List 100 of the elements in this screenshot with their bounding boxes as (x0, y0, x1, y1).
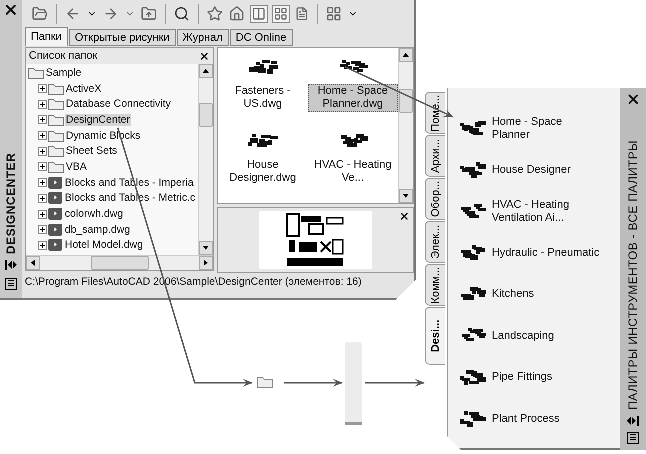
expand-toggle-icon[interactable] (38, 194, 47, 203)
tree-item[interactable]: DesignCenter (65, 114, 132, 126)
vertical-scrollbar[interactable] (398, 48, 413, 203)
scroll-left-icon[interactable] (29, 259, 37, 267)
vertical-scrollbar[interactable] (198, 64, 213, 255)
drawing-file-icon (48, 176, 63, 190)
expand-toggle-icon[interactable] (38, 84, 47, 94)
connector-arrow (365, 379, 425, 387)
tree-item[interactable]: VBA (65, 160, 88, 173)
tree-item[interactable]: Hotel Model.dwg (64, 239, 144, 252)
close-icon[interactable] (399, 211, 410, 222)
star-icon (207, 6, 223, 22)
description-button[interactable] (294, 6, 310, 22)
tool-item[interactable]: Landscaping (492, 330, 554, 343)
columns-icon (252, 6, 266, 20)
tree-item[interactable]: ActiveX (65, 82, 103, 95)
search-button[interactable] (173, 4, 191, 22)
drawing-thumbnail (248, 134, 278, 148)
tree-item[interactable]: Sheet Sets (65, 145, 118, 158)
scroll-thumb[interactable] (199, 102, 213, 126)
drawing-file-item[interactable]: HVAC - Heating Ve... (308, 158, 398, 186)
tree-item[interactable]: db_samp.dwg (64, 224, 132, 236)
home-button[interactable] (228, 4, 246, 22)
arrow-right-icon (103, 6, 119, 22)
tool-item[interactable]: House Designer (492, 164, 571, 177)
expand-toggle-icon[interactable] (38, 162, 47, 172)
palette-tab[interactable]: Элек... (425, 221, 445, 263)
palette-tab[interactable]: Комм... (425, 264, 445, 306)
tree-item[interactable]: Sample (45, 66, 83, 79)
favorites-button[interactable] (206, 4, 224, 22)
expand-toggle-icon[interactable] (38, 131, 47, 140)
grid-icon (274, 6, 288, 20)
drawing-thumbnail (338, 60, 368, 74)
expand-toggle-icon[interactable] (38, 146, 47, 156)
folder-icon (48, 98, 64, 110)
expand-toggle-icon[interactable] (38, 210, 47, 219)
expand-toggle-icon[interactable] (38, 240, 47, 250)
arrow-left-icon (65, 6, 81, 22)
plan-preview-drawing (284, 212, 346, 268)
drawing-file-item[interactable]: Fasteners - US.dwg (218, 84, 308, 112)
tab[interactable]: DC Online (230, 29, 293, 46)
tab[interactable]: Открытые рисунки (68, 29, 176, 46)
horizontal-scrollbar[interactable] (26, 255, 213, 270)
load-button[interactable] (31, 4, 49, 22)
palette-tab[interactable]: Архи... (425, 135, 445, 177)
palette-tab[interactable]: Обор... (425, 178, 445, 220)
close-icon[interactable] (199, 50, 210, 62)
drawing-file-icon (48, 238, 63, 252)
tool-item[interactable]: Pipe Fittings (492, 371, 553, 384)
scroll-thumb[interactable] (90, 256, 148, 270)
tab[interactable]: Журнал (176, 29, 229, 46)
palette-title: ПАЛИТРЫ ИНСТРУМЕНТОВ - ВСЕ ПАЛИТРЫ (626, 139, 640, 410)
scroll-down-icon[interactable] (202, 244, 210, 252)
scroll-up-icon[interactable] (202, 67, 210, 75)
close-icon[interactable] (3, 2, 19, 18)
folder-icon (48, 160, 64, 173)
palette-tab[interactable]: Поме... (425, 92, 445, 134)
folder-icon (28, 66, 44, 79)
tool-item[interactable]: Kitchens (492, 288, 534, 302)
tree-item[interactable]: Database Connectivity (65, 98, 172, 110)
window-title: DESIGNCENTER (4, 152, 18, 254)
scroll-up-icon[interactable] (402, 51, 410, 59)
scroll-thumb[interactable] (399, 88, 413, 112)
auto-hide-icon[interactable] (5, 260, 17, 270)
drawing-thumbnail (338, 134, 368, 148)
tool-icon (460, 162, 486, 178)
drawing-thumbnail (248, 60, 278, 74)
document-icon (295, 6, 309, 20)
palette-tab[interactable]: Desi... (425, 307, 445, 365)
views-button[interactable] (325, 4, 343, 22)
tree-view-button[interactable] (250, 4, 268, 22)
search-icon (174, 6, 190, 22)
tool-item[interactable]: HVAC - Heating Ventilation Ai... (492, 198, 602, 225)
scroll-down-icon[interactable] (402, 192, 410, 200)
properties-icon[interactable] (5, 278, 17, 290)
folder-icon (48, 114, 64, 126)
tool-item[interactable]: Plant Process (492, 412, 560, 426)
expand-toggle-icon[interactable] (38, 225, 47, 234)
expand-toggle-icon[interactable] (38, 100, 47, 109)
expand-toggle-icon[interactable] (38, 115, 47, 124)
scroll-right-icon[interactable] (202, 259, 210, 267)
tree-item[interactable]: colorwh.dwg (64, 208, 124, 220)
preview-button[interactable] (272, 4, 290, 22)
grid-icon (326, 6, 342, 22)
drawing-file-item[interactable]: Home - Space Planner.dwg (308, 84, 398, 112)
expand-toggle-icon[interactable] (38, 178, 47, 188)
tool-item[interactable]: Home - Space Planner (492, 116, 602, 142)
auto-hide-icon[interactable] (627, 416, 639, 426)
properties-icon[interactable] (627, 432, 639, 444)
tool-item[interactable]: Hydraulic - Pneumatic (492, 246, 600, 260)
tool-icon (460, 286, 486, 303)
tool-icon (460, 370, 486, 386)
up-button[interactable] (140, 4, 158, 22)
drawing-file-icon (48, 207, 63, 222)
pane-title: Список папок (29, 50, 98, 62)
drawing-file-icon (48, 222, 63, 237)
tool-icon (460, 245, 486, 262)
tab[interactable]: Папки (25, 27, 68, 46)
drawing-file-item[interactable]: House Designer.dwg (218, 158, 308, 186)
house-icon (229, 6, 245, 22)
